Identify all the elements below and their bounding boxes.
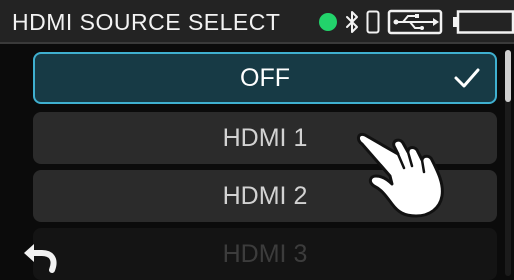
- list-item-label: HDMI 3: [222, 240, 308, 268]
- screen-title: HDMI SOURCE SELECT: [12, 9, 281, 35]
- battery-icon: [453, 10, 514, 34]
- header-bar: HDMI SOURCE SELECT: [0, 0, 514, 44]
- bluetooth-icon: [346, 11, 358, 33]
- scrollbar-thumb[interactable]: [505, 50, 511, 102]
- list-item-label: HDMI 1: [222, 124, 308, 152]
- status-indicator-icon: [319, 13, 337, 31]
- usb-power-icon: [387, 9, 443, 35]
- pointing-hand-icon: [356, 132, 444, 218]
- checkmark-icon: [454, 68, 480, 88]
- list-item-hdmi-3[interactable]: HDMI 3: [33, 228, 497, 280]
- list-item-label: HDMI 2: [222, 182, 308, 210]
- list-item-label: OFF: [240, 64, 290, 92]
- hdmi-source-select-screen: HDMI SOURCE SELECT OFF HDMI 1 HDMI 2 HDM…: [0, 0, 514, 280]
- list-item-off[interactable]: OFF: [33, 52, 497, 104]
- back-arrow-icon[interactable]: [22, 238, 62, 274]
- phone-icon: [366, 10, 380, 34]
